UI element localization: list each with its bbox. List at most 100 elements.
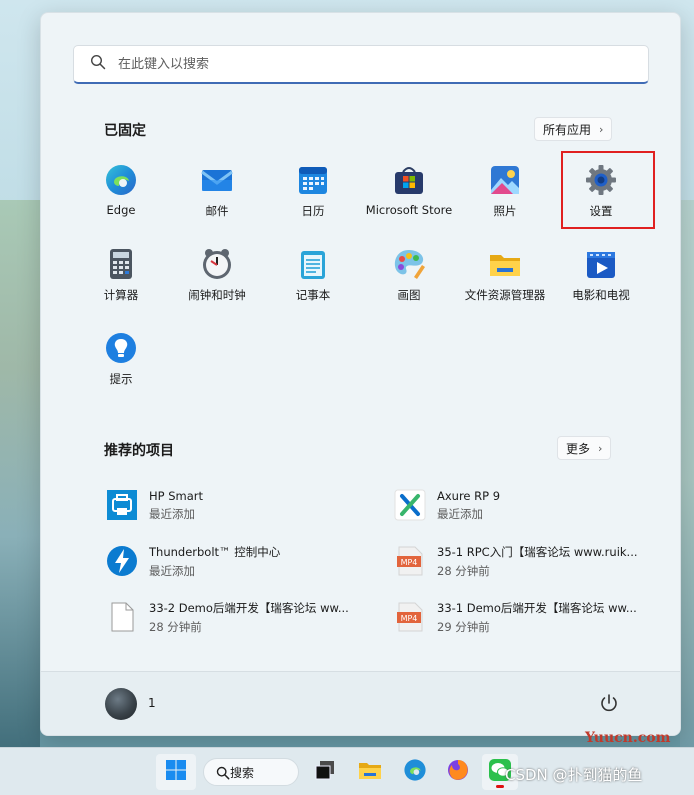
thunderbolt-icon [105,544,139,578]
folder-icon [358,758,382,786]
app-label: 日历 [301,204,325,218]
file-icon [105,600,139,634]
recommended-item-sub: 最近添加 [437,506,483,521]
recommended-item[interactable]: HP Smart 最近添加 [105,477,393,533]
more-label: 更多 [566,441,591,456]
search-icon [90,54,118,74]
recommended-item-sub: 28 分钟前 [149,619,202,634]
pinned-app-movies[interactable]: 电影和电视 [553,237,649,321]
taskbar-edge[interactable] [400,754,430,790]
calendar-icon [296,163,330,197]
recommended-item-name: 33-2 Demo后端开发【瑞客论坛 ww... [149,600,349,615]
pinned-title: 已固定 [104,123,146,139]
taskbar-firefox[interactable] [443,754,473,790]
chevron-right-icon: › [599,122,604,136]
firefox-icon [446,758,470,786]
app-label: 邮件 [205,204,229,218]
pinned-app-notepad[interactable]: 记事本 [265,237,361,321]
recommended-item-sub: 最近添加 [149,563,195,578]
mp4-icon: MP4 [393,544,427,578]
csdn-watermark: CSDN @扑到猫的鱼 [505,766,643,784]
recommended-item-name: HP Smart [149,488,204,503]
recommended-item[interactable]: 33-2 Demo后端开发【瑞客论坛 ww... 28 分钟前 [105,589,393,645]
pinned-app-explorer[interactable]: 文件资源管理器 [457,237,553,321]
recommended-item-sub: 最近添加 [149,506,195,521]
tips-icon [104,331,138,365]
svg-text:MP4: MP4 [401,614,418,623]
app-label: 记事本 [295,288,331,302]
site-watermark: Yuucn.com [585,730,671,746]
all-apps-label: 所有应用 [543,122,592,137]
hp-smart-icon [105,488,139,522]
start-footer: 1 [41,671,680,735]
user-name[interactable]: 1 [148,696,156,710]
paint-icon [392,247,426,281]
app-label: 文件资源管理器 [464,288,546,302]
taskbar-search[interactable]: 搜索 [203,758,299,786]
recommended-item[interactable]: MP4 35-1 RPC入门【瑞客论坛 www.ruik... 28 分钟前 [393,533,665,589]
mail-icon [200,163,234,197]
recommended-grid: HP Smart 最近添加 Axure RP 9 最近添加 Thunderbol… [105,477,665,645]
app-label: 设置 [589,204,613,218]
recommended-item-name: Thunderbolt™ 控制中心 [149,544,281,559]
pinned-app-mail[interactable]: 邮件 [169,153,265,237]
power-icon[interactable] [598,692,620,714]
all-apps-button[interactable]: 所有应用 › [534,117,613,141]
recommended-item-name: Axure RP 9 [437,488,501,503]
recommended-item-sub: 28 分钟前 [437,563,490,578]
search-icon [216,766,230,780]
svg-text:MP4: MP4 [401,558,418,567]
pinned-app-paint[interactable]: 画图 [361,237,457,321]
start-button[interactable] [156,754,196,790]
more-button[interactable]: 更多 › [557,436,612,460]
pinned-app-clock[interactable]: 闹钟和时钟 [169,237,265,321]
pinned-apps-grid: Edge 邮件 日历 Microsoft Store 照片 设置 计算器 闹钟和… [73,151,655,405]
calculator-icon [104,247,138,281]
app-label: Microsoft Store [365,203,453,217]
pinned-app-settings[interactable]: 设置 [553,151,655,237]
axure-icon [393,488,427,522]
recommended-item-sub: 29 分钟前 [437,619,490,634]
chevron-right-icon: › [598,441,603,455]
taskbar-explorer[interactable] [355,754,385,790]
app-label: 闹钟和时钟 [188,288,246,302]
notepad-icon [296,247,330,281]
folder-icon [488,247,522,281]
active-indicator [496,785,504,788]
pinned-app-tips[interactable]: 提示 [73,321,169,405]
start-search-box[interactable] [73,45,649,84]
pinned-app-calendar[interactable]: 日历 [265,153,361,237]
edge-icon [403,758,427,786]
recommended-item[interactable]: Axure RP 9 最近添加 [393,477,665,533]
app-label: 电影和电视 [572,288,630,302]
movies-icon [584,247,618,281]
mp4-icon: MP4 [393,600,427,634]
avatar[interactable] [105,688,137,720]
wallpaper-right [680,200,694,760]
windows-logo-icon [165,759,187,785]
app-label: Edge [106,203,136,217]
store-icon [392,163,426,197]
photos-icon [488,163,522,197]
search-input[interactable] [118,56,618,72]
taskbar-search-label: 搜索 [230,765,255,780]
recommended-item-name: 33-1 Demo后端开发【瑞客论坛 ww... [437,600,637,615]
recommended-title: 推荐的项目 [104,443,174,459]
pinned-app-store[interactable]: Microsoft Store [361,153,457,237]
edge-icon [104,163,138,197]
pinned-app-edge[interactable]: Edge [73,153,169,237]
app-label: 计算器 [103,288,139,302]
app-label: 提示 [109,372,133,386]
app-label: 画图 [397,288,421,302]
wallpaper-left [0,200,40,760]
gear-icon [584,163,618,197]
recommended-item-name: 35-1 RPC入门【瑞客论坛 www.ruik... [437,544,638,559]
recommended-item[interactable]: Thunderbolt™ 控制中心 最近添加 [105,533,393,589]
start-menu: 已固定 所有应用 › Edge 邮件 日历 Microsoft [40,12,681,736]
clock-icon [200,247,234,281]
task-view-icon [314,759,336,785]
recommended-item[interactable]: MP4 33-1 Demo后端开发【瑞客论坛 ww... 29 分钟前 [393,589,665,645]
task-view-button[interactable] [310,754,340,790]
pinned-app-photos[interactable]: 照片 [457,153,553,237]
pinned-app-calculator[interactable]: 计算器 [73,237,169,321]
